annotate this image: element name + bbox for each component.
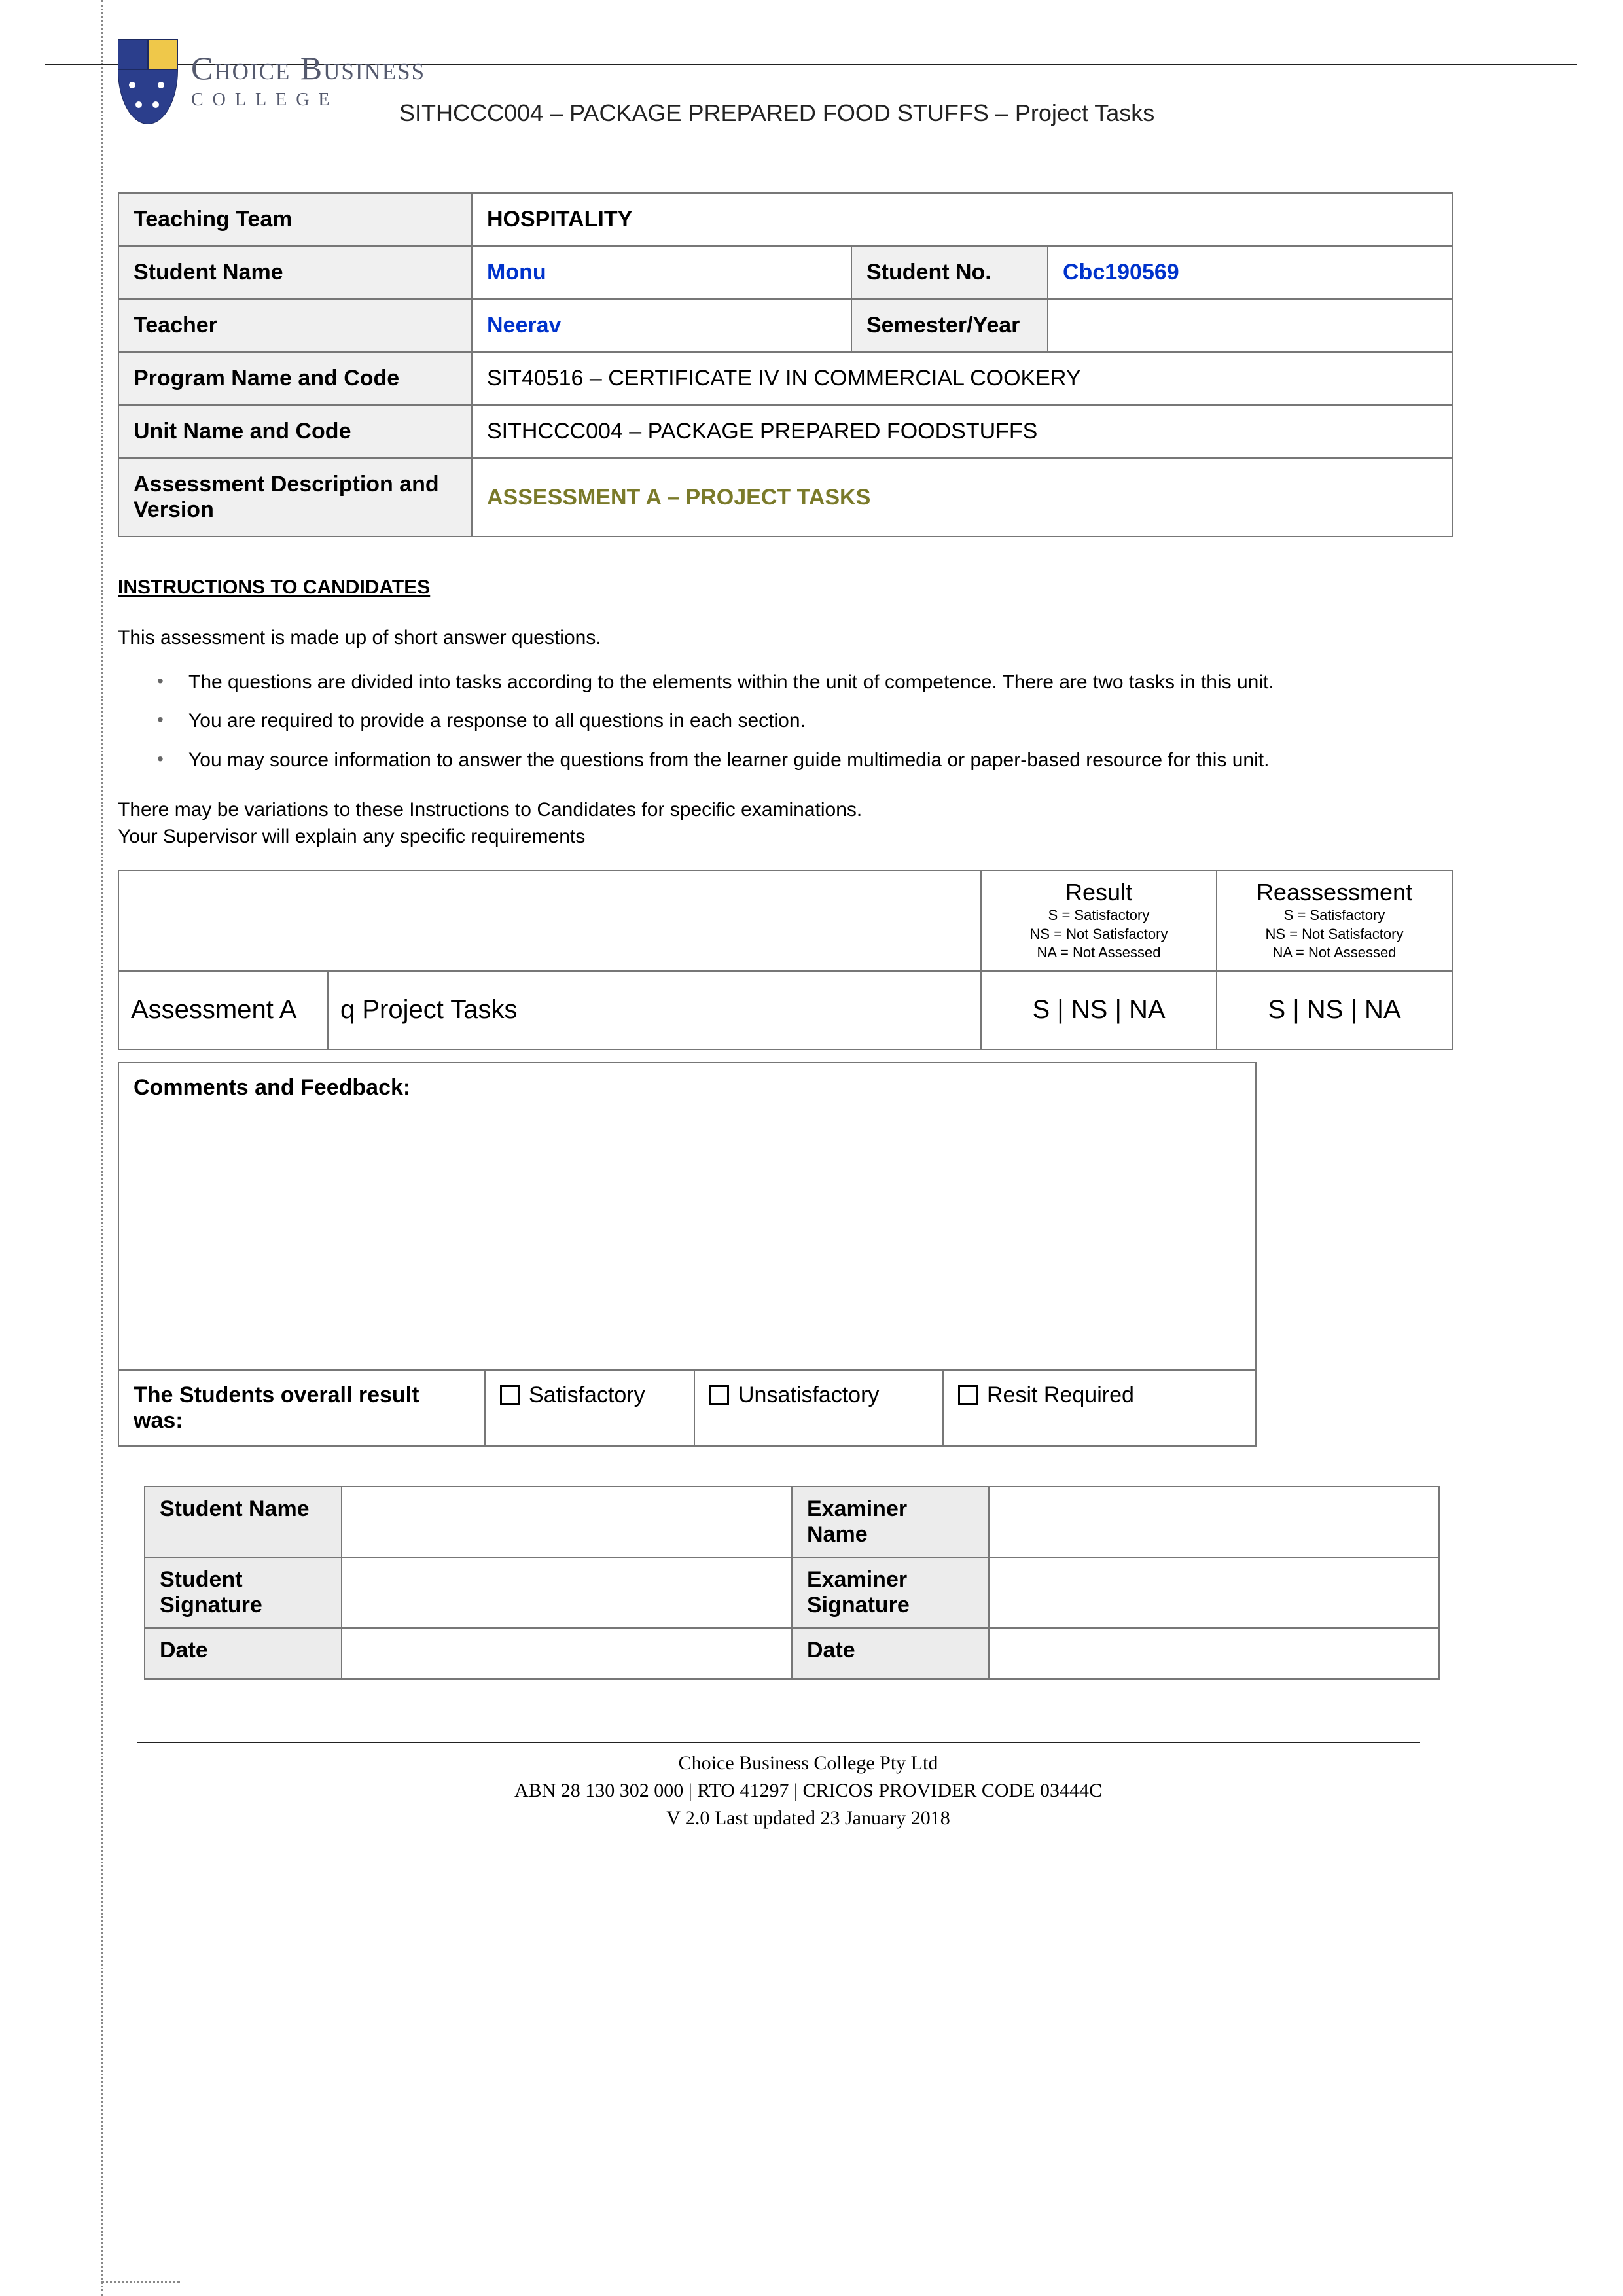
value-semester	[1048, 299, 1452, 352]
label-date-student: Date	[145, 1628, 342, 1679]
label-program: Program Name and Code	[118, 352, 472, 405]
option-resit: Resit Required	[943, 1370, 1256, 1446]
value-examiner-name	[989, 1487, 1439, 1557]
instructions-heading: INSTRUCTIONS TO CANDIDATES	[118, 576, 1499, 599]
checkbox-icon	[709, 1385, 729, 1405]
crop-guide-left	[101, 0, 103, 2296]
value-student-name: Monu	[472, 246, 851, 299]
result-codes: S | NS | NA	[981, 971, 1217, 1050]
overall-result-label: The Students overall result was:	[118, 1370, 485, 1446]
instructions-note: There may be variations to these Instruc…	[118, 797, 1499, 850]
comments-table: Comments and Feedback: The Students over…	[118, 1062, 1257, 1447]
footer-line-1: Choice Business College Pty Ltd	[118, 1750, 1499, 1777]
option-unsatisfactory: Unsatisfactory	[694, 1370, 943, 1446]
label-examiner-sig: Examiner Signature	[792, 1557, 989, 1628]
label-assessment: Assessment Description and Version	[118, 458, 472, 537]
value-unit: SITHCCC004 – PACKAGE PREPARED FOODSTUFFS	[472, 405, 1452, 458]
footer-rule	[137, 1742, 1420, 1743]
value-program: SIT40516 – CERTIFICATE IV IN COMMERCIAL …	[472, 352, 1452, 405]
signature-table: Student Name Examiner Name Student Signa…	[144, 1486, 1440, 1680]
instruction-item: You may source information to answer the…	[157, 746, 1499, 775]
footer: Choice Business College Pty Ltd ABN 28 1…	[118, 1750, 1499, 1832]
option-satisfactory: Satisfactory	[485, 1370, 694, 1446]
footer-line-3: V 2.0 Last updated 23 January 2018	[118, 1805, 1499, 1832]
instructions-list: The questions are divided into tasks acc…	[157, 668, 1499, 775]
brand-name: Choice Business	[191, 49, 425, 87]
comments-heading: Comments and Feedback:	[118, 1063, 1256, 1370]
instruction-item: The questions are divided into tasks acc…	[157, 668, 1499, 697]
value-student-no: Cbc190569	[1048, 246, 1452, 299]
label-date-examiner: Date	[792, 1628, 989, 1679]
value-date-student	[342, 1628, 792, 1679]
label-student-name: Student Name	[118, 246, 472, 299]
info-table: Teaching Team HOSPITALITY Student Name M…	[118, 192, 1453, 537]
checkbox-icon	[500, 1385, 520, 1405]
label-unit: Unit Name and Code	[118, 405, 472, 458]
label-teacher: Teacher	[118, 299, 472, 352]
value-student-sig	[342, 1557, 792, 1628]
value-date-examiner	[989, 1628, 1439, 1679]
instructions-intro: This assessment is made up of short answ…	[118, 625, 1499, 652]
label-semester: Semester/Year	[851, 299, 1048, 352]
instruction-item: You are required to provide a response t…	[157, 707, 1499, 735]
reassessment-codes: S | NS | NA	[1217, 971, 1452, 1050]
reassessment-header-cell: Reassessment S = Satisfactory NS = Not S…	[1217, 870, 1452, 971]
footer-line-2: ABN 28 130 302 000 | RTO 41297 | CRICOS …	[118, 1777, 1499, 1805]
page-content: Choice Business COLLEGE SITHCCC004 – PAC…	[118, 39, 1499, 1832]
label-student-no: Student No.	[851, 246, 1048, 299]
brand-sub: COLLEGE	[191, 90, 425, 111]
value-teacher: Neerav	[472, 299, 851, 352]
value-teaching-team: HOSPITALITY	[472, 193, 1452, 246]
value-assessment: ASSESSMENT A – PROJECT TASKS	[472, 458, 1452, 537]
value-student-name-sig	[342, 1487, 792, 1557]
assessment-a-label: Assessment A	[118, 971, 328, 1050]
result-table: Result S = Satisfactory NS = Not Satisfa…	[118, 870, 1453, 1050]
checkbox-icon	[958, 1385, 978, 1405]
label-examiner-name: Examiner Name	[792, 1487, 989, 1557]
label-student-sig: Student Signature	[145, 1557, 342, 1628]
value-examiner-sig	[989, 1557, 1439, 1628]
label-teaching-team: Teaching Team	[118, 193, 472, 246]
result-header-cell: Result S = Satisfactory NS = Not Satisfa…	[981, 870, 1217, 971]
crop-guide-bottom	[101, 2281, 180, 2283]
label-student-name-sig: Student Name	[145, 1487, 342, 1557]
assessment-a-name: q Project Tasks	[328, 971, 981, 1050]
brand-text: Choice Business COLLEGE	[191, 39, 425, 111]
document-title: SITHCCC004 – PACKAGE PREPARED FOOD STUFF…	[399, 99, 1499, 127]
college-logo	[118, 39, 178, 124]
